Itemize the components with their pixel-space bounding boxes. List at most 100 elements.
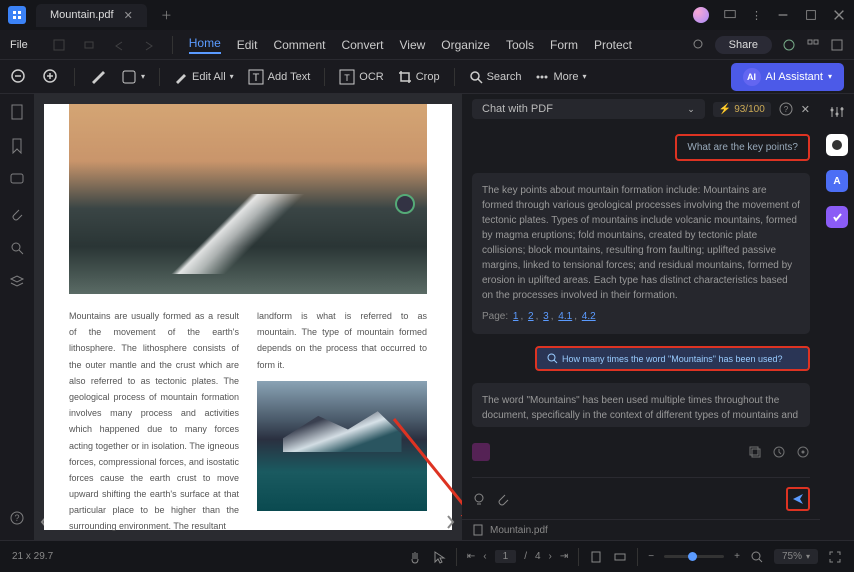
ai-summarize-icon[interactable] bbox=[826, 206, 848, 228]
zoom-in-icon[interactable] bbox=[42, 68, 60, 86]
expand-icon[interactable] bbox=[830, 38, 844, 52]
page-dimensions: 21 x 29.7 bbox=[12, 551, 53, 562]
zoom-slider[interactable] bbox=[664, 555, 724, 558]
share-button[interactable]: Share bbox=[715, 36, 772, 54]
history-icon[interactable] bbox=[772, 445, 786, 459]
fit-page-icon[interactable] bbox=[589, 550, 603, 564]
menu-home[interactable]: Home bbox=[189, 36, 221, 54]
undo-icon[interactable] bbox=[112, 38, 126, 52]
tab-title: Mountain.pdf bbox=[50, 9, 114, 21]
close-panel-icon[interactable]: ✕ bbox=[801, 103, 810, 116]
settings-icon[interactable] bbox=[796, 445, 810, 459]
maximize-icon[interactable] bbox=[804, 8, 818, 22]
send-icon bbox=[791, 492, 805, 506]
body-text-col2: landform is what is referred to as mount… bbox=[257, 308, 427, 535]
menu-view[interactable]: View bbox=[399, 38, 425, 52]
crop-button[interactable]: Crop bbox=[398, 70, 440, 84]
select-tool-icon[interactable] bbox=[432, 550, 446, 564]
attach-icon[interactable] bbox=[496, 492, 510, 506]
close-tab-icon[interactable]: ✕ bbox=[124, 9, 133, 22]
ocr-button[interactable]: T OCR bbox=[339, 69, 383, 85]
chevron-down-icon: ⌄ bbox=[687, 104, 695, 115]
kebab-menu-icon[interactable]: ⋮ bbox=[751, 9, 762, 22]
user-avatar[interactable] bbox=[693, 7, 709, 23]
ai-assistant-button[interactable]: AI AI Assistant▾ bbox=[731, 63, 845, 91]
menu-tools[interactable]: Tools bbox=[506, 38, 534, 52]
page-link[interactable]: 1 bbox=[513, 311, 519, 322]
page-total: 4 bbox=[535, 551, 541, 562]
prev-page-nav-icon[interactable]: ‹ bbox=[483, 551, 486, 562]
comment-panel-icon[interactable] bbox=[9, 172, 25, 188]
help-icon[interactable]: ? bbox=[9, 510, 25, 526]
zoom-reset-icon[interactable] bbox=[750, 550, 764, 564]
menu-convert[interactable]: Convert bbox=[341, 38, 383, 52]
ai-message-2: The word "Mountains" has been used multi… bbox=[472, 383, 810, 427]
pdf-file-icon bbox=[472, 524, 484, 536]
svg-text:T: T bbox=[345, 73, 351, 83]
first-page-icon[interactable]: ⇤ bbox=[467, 551, 475, 562]
mountain-lake-image bbox=[257, 381, 427, 511]
more-button[interactable]: More▾ bbox=[535, 70, 586, 84]
attachment-icon[interactable] bbox=[9, 206, 25, 222]
file-menu[interactable]: File bbox=[10, 39, 28, 51]
menu-form[interactable]: Form bbox=[550, 38, 578, 52]
page-link[interactable]: 3 bbox=[543, 311, 549, 322]
document-viewport[interactable]: Mountains are usually formed as a result… bbox=[34, 94, 462, 540]
app-logo-icon bbox=[8, 6, 26, 24]
page-icon[interactable] bbox=[9, 104, 25, 120]
print-icon[interactable] bbox=[82, 38, 96, 52]
ai-chat-icon[interactable] bbox=[826, 134, 848, 156]
fullscreen-icon[interactable] bbox=[828, 550, 842, 564]
search-panel-icon[interactable] bbox=[9, 240, 25, 256]
layers-icon[interactable] bbox=[9, 274, 25, 290]
zoom-in-status-icon[interactable]: + bbox=[734, 551, 740, 562]
mountain-hero-image bbox=[69, 104, 427, 294]
quick-save-icon[interactable] bbox=[52, 38, 66, 52]
zoom-out-status-icon[interactable]: − bbox=[648, 551, 654, 562]
send-button[interactable] bbox=[786, 487, 810, 511]
user-message-2: How many times the word "Mountains" has … bbox=[535, 346, 810, 371]
menu-comment[interactable]: Comment bbox=[273, 38, 325, 52]
minimize-icon[interactable] bbox=[776, 8, 790, 22]
menu-protect[interactable]: Protect bbox=[594, 38, 632, 52]
fit-width-icon[interactable] bbox=[613, 550, 627, 564]
new-tab-button[interactable]: ＋ bbox=[153, 3, 180, 27]
menu-edit[interactable]: Edit bbox=[237, 38, 258, 52]
page-link[interactable]: 4.2 bbox=[582, 311, 596, 322]
copy-icon[interactable] bbox=[748, 445, 762, 459]
page-link[interactable]: 2 bbox=[528, 311, 534, 322]
ai-tool-icon[interactable]: A bbox=[826, 170, 848, 192]
next-page-nav-icon[interactable]: › bbox=[549, 551, 552, 562]
cloud-icon[interactable] bbox=[782, 38, 796, 52]
menu-organize[interactable]: Organize bbox=[441, 38, 490, 52]
close-window-icon[interactable] bbox=[832, 8, 846, 22]
comment-icon[interactable] bbox=[723, 8, 737, 22]
search-button[interactable]: Search bbox=[469, 70, 522, 84]
prompt-icon[interactable] bbox=[472, 443, 490, 461]
edit-all-button[interactable]: Edit All▾ bbox=[174, 70, 234, 84]
svg-text:?: ? bbox=[14, 513, 19, 523]
bolt-icon: ⚡ bbox=[719, 104, 731, 115]
image-badge-icon bbox=[395, 194, 415, 214]
chat-help-icon[interactable]: ? bbox=[779, 102, 793, 116]
svg-text:?: ? bbox=[784, 105, 789, 114]
shape-tool[interactable]: ▾ bbox=[121, 69, 145, 85]
redo-icon[interactable] bbox=[142, 38, 156, 52]
zoom-out-icon[interactable] bbox=[10, 68, 28, 86]
bookmark-icon[interactable] bbox=[9, 138, 25, 154]
last-page-icon[interactable]: ⇥ bbox=[560, 551, 568, 562]
chat-mode-dropdown[interactable]: Chat with PDF ⌄ bbox=[472, 99, 705, 119]
adjustments-icon[interactable] bbox=[829, 104, 845, 120]
lightbulb-icon[interactable] bbox=[691, 38, 705, 52]
add-text-button[interactable]: T Add Text bbox=[248, 69, 311, 85]
next-page-icon[interactable] bbox=[446, 514, 456, 530]
lightbulb-prompt-icon[interactable] bbox=[472, 492, 486, 506]
page-current[interactable]: 1 bbox=[495, 550, 517, 563]
document-tab[interactable]: Mountain.pdf ✕ bbox=[36, 4, 147, 27]
page-link[interactable]: 4.1 bbox=[558, 311, 572, 322]
highlight-icon[interactable] bbox=[89, 68, 107, 86]
hand-tool-icon[interactable] bbox=[408, 550, 422, 564]
token-count: ⚡93/100 bbox=[713, 102, 771, 117]
zoom-level-dropdown[interactable]: 75%▾ bbox=[774, 549, 818, 564]
grid-icon[interactable] bbox=[806, 38, 820, 52]
